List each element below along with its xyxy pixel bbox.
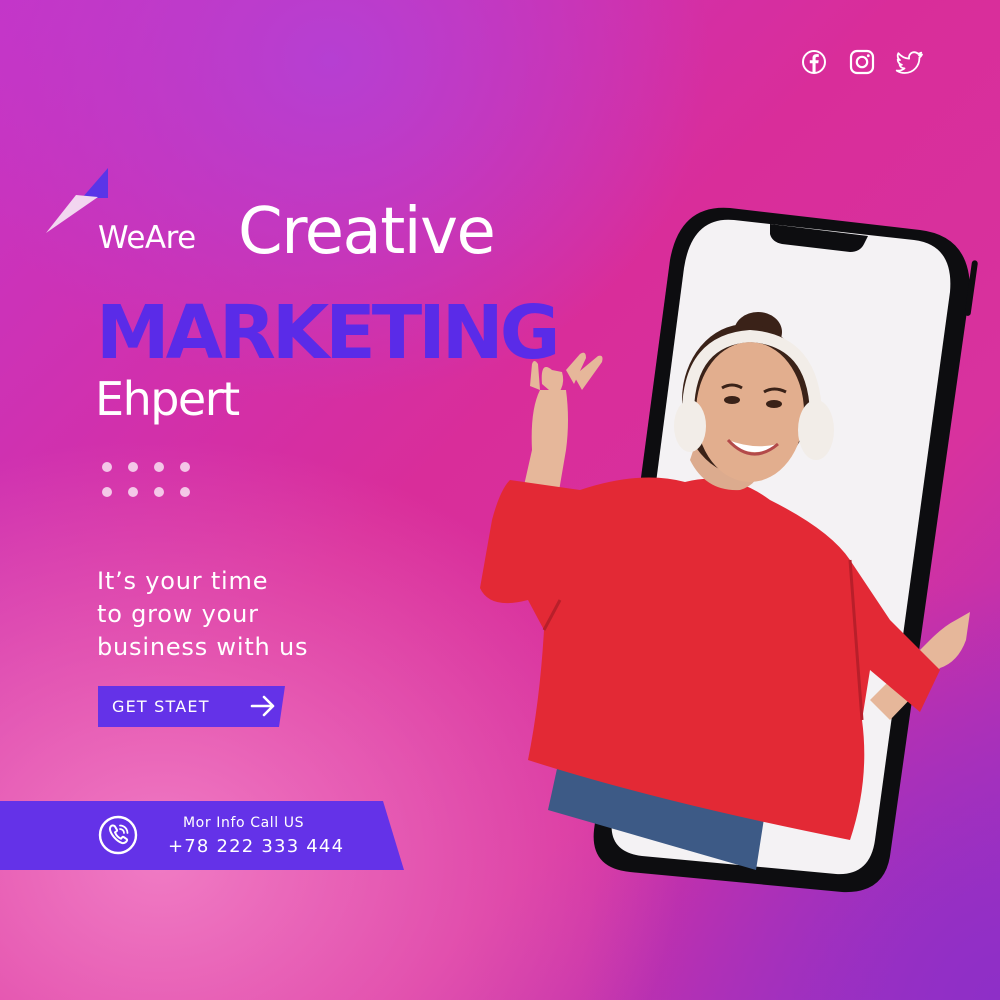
tagline-line-1: It’s your time: [97, 567, 269, 595]
headline-creative: Creative: [238, 195, 496, 269]
instagram-icon[interactable]: [847, 47, 877, 77]
twitter-icon[interactable]: [895, 47, 925, 77]
dots-decoration: [102, 462, 190, 497]
tagline-line-2: to grow your: [97, 600, 259, 628]
facebook-icon[interactable]: [799, 47, 829, 77]
headline-weare: WeAre: [98, 220, 196, 256]
social-links: [799, 47, 925, 77]
contact-phone-number[interactable]: +78 222 333 444: [168, 836, 344, 857]
get-started-button[interactable]: GET STAET: [98, 686, 250, 727]
contact-banner: Mor Info Call US +78 222 333 444: [0, 801, 404, 870]
arrow-right-icon: [250, 695, 275, 717]
contact-label: Mor Info Call US: [183, 815, 305, 831]
tagline: It’s your time to grow your business wit…: [97, 565, 417, 664]
phone-icon[interactable]: [97, 814, 139, 856]
phone-illustration: [480, 207, 978, 893]
tagline-line-3: business with us: [97, 633, 309, 661]
headline-ehpert: Ehpert: [95, 372, 240, 426]
